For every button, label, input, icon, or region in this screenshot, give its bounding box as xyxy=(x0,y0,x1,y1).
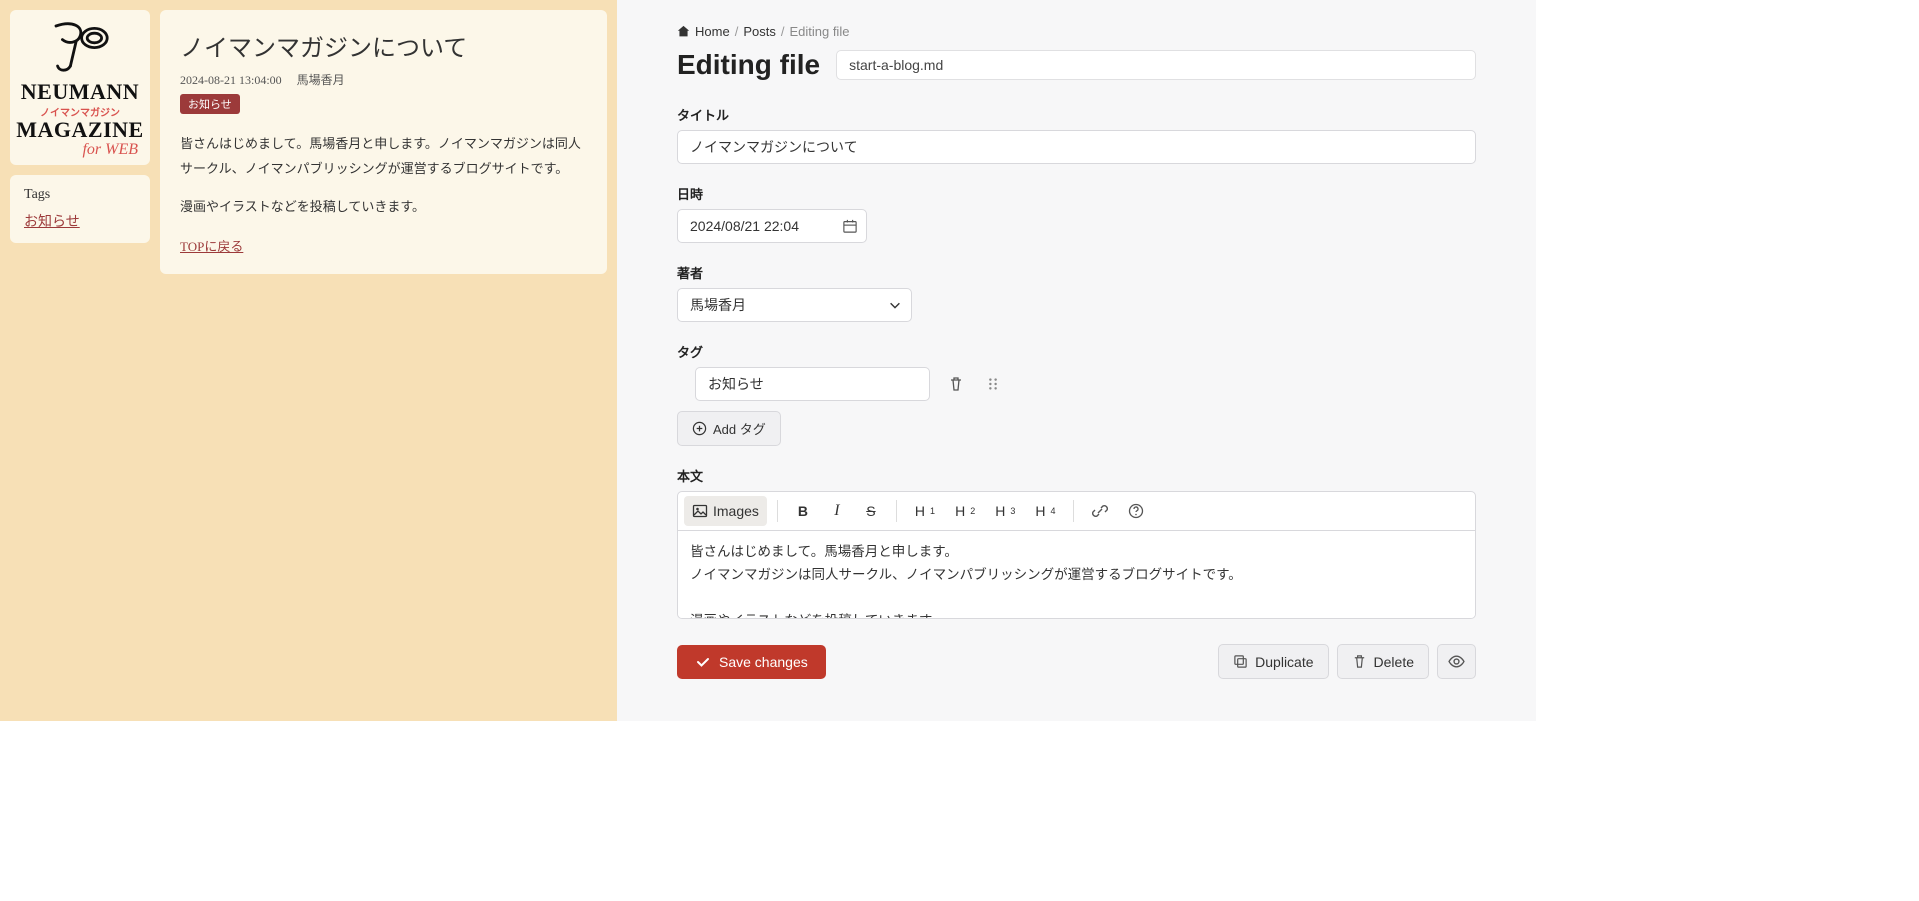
toolbar-h3-button[interactable]: H3 xyxy=(987,496,1023,526)
article-meta: 2024-08-21 13:04:00 馬場香月 xyxy=(180,71,587,88)
toolbar-images-button[interactable]: Images xyxy=(684,496,767,526)
logo: NEUMANN ノイマンマガジン MAGAZINE for WEB xyxy=(10,10,150,165)
breadcrumb-sep: / xyxy=(735,24,739,39)
bold-icon: B xyxy=(798,503,808,519)
article-tag-badge: お知らせ xyxy=(180,94,240,114)
body-label: 本文 xyxy=(677,466,1476,485)
article-body-p1: 皆さんはじめまして。馬場香月と申します。ノイマンマガジンは同人サークル、ノイマン… xyxy=(180,132,587,181)
plus-circle-icon xyxy=(692,421,707,436)
toolbar-sep xyxy=(1073,500,1074,522)
page-title: Editing file xyxy=(677,49,820,81)
duplicate-label: Duplicate xyxy=(1255,654,1313,670)
drag-handle[interactable] xyxy=(982,373,1004,395)
toolbar-help-button[interactable] xyxy=(1120,496,1152,526)
cms-pane: Home / Posts / Editing file Editing file… xyxy=(617,0,1536,721)
breadcrumb-posts[interactable]: Posts xyxy=(743,24,776,39)
add-tag-label: Add タグ xyxy=(713,419,766,438)
article-date: 2024-08-21 13:04:00 xyxy=(180,73,282,87)
drag-dots-icon xyxy=(986,377,1000,391)
add-tag-button[interactable]: Add タグ xyxy=(677,411,781,446)
breadcrumb-sep: / xyxy=(781,24,785,39)
breadcrumb-current: Editing file xyxy=(789,24,849,39)
article-author: 馬場香月 xyxy=(297,73,345,87)
delete-label: Delete xyxy=(1374,654,1414,670)
logo-text-web: for WEB xyxy=(16,141,144,159)
field-date: 日時 xyxy=(677,184,1476,243)
preview-pane: NEUMANN ノイマンマガジン MAGAZINE for WEB Tags お… xyxy=(0,0,617,721)
back-to-top-link[interactable]: TOPに戻る xyxy=(180,239,243,254)
preview-toggle-button[interactable] xyxy=(1437,644,1476,679)
tag-row xyxy=(677,367,1476,401)
article-body-p2: 漫画やイラストなどを投稿していきます。 xyxy=(180,195,587,220)
tags-label: タグ xyxy=(677,342,1476,361)
save-button[interactable]: Save changes xyxy=(677,645,826,679)
title-label: タイトル xyxy=(677,105,1476,124)
save-label: Save changes xyxy=(719,654,808,670)
italic-icon: I xyxy=(834,502,839,520)
toolbar-italic-button[interactable]: I xyxy=(822,496,852,526)
page-head: Editing file xyxy=(677,49,1476,81)
editor-toolbar: Images B I S H1 H2 H3 H4 xyxy=(677,491,1476,531)
field-tags: タグ Add タグ xyxy=(677,342,1476,446)
action-bar: Save changes Duplicate Delete xyxy=(677,644,1476,699)
tags-title: Tags xyxy=(24,187,136,203)
toolbar-sep xyxy=(777,500,778,522)
body-textarea[interactable] xyxy=(677,531,1476,619)
help-circle-icon xyxy=(1128,503,1144,519)
delete-button[interactable]: Delete xyxy=(1337,644,1429,679)
calendar-icon xyxy=(843,219,857,233)
field-author: 著者 馬場香月 xyxy=(677,263,1476,322)
trash-icon xyxy=(948,376,964,392)
filename-input[interactable] xyxy=(836,50,1476,80)
logo-text-1: NEUMANN xyxy=(16,82,144,103)
trash-icon xyxy=(1352,654,1367,669)
article-title: ノイマンマガジンについて xyxy=(180,28,587,63)
toolbar-h4-button[interactable]: H4 xyxy=(1027,496,1063,526)
author-select[interactable]: 馬場香月 xyxy=(677,288,912,322)
breadcrumb: Home / Posts / Editing file xyxy=(677,24,1476,39)
toolbar-h2-button[interactable]: H2 xyxy=(947,496,983,526)
toolbar-sep xyxy=(896,500,897,522)
check-icon xyxy=(695,654,711,670)
home-icon xyxy=(677,25,690,38)
toolbar-link-button[interactable] xyxy=(1084,496,1116,526)
tag-input[interactable] xyxy=(695,367,930,401)
logo-text-2: MAGAZINE xyxy=(16,120,144,141)
image-icon xyxy=(692,503,708,519)
link-icon xyxy=(1092,503,1108,519)
field-title: タイトル xyxy=(677,105,1476,164)
delete-tag-button[interactable] xyxy=(944,372,968,396)
date-input[interactable] xyxy=(677,209,867,243)
toolbar-h1-button[interactable]: H1 xyxy=(907,496,943,526)
tag-link-oshirase[interactable]: お知らせ xyxy=(24,215,80,230)
author-label: 著者 xyxy=(677,263,1476,282)
title-input[interactable] xyxy=(677,130,1476,164)
preview-sidebar: NEUMANN ノイマンマガジン MAGAZINE for WEB Tags お… xyxy=(10,10,150,243)
toolbar-bold-button[interactable]: B xyxy=(788,496,818,526)
strike-icon: S xyxy=(866,503,875,519)
field-body: 本文 Images B I S H1 H2 H3 H4 xyxy=(677,466,1476,624)
article: ノイマンマガジンについて 2024-08-21 13:04:00 馬場香月 お知… xyxy=(160,10,607,274)
breadcrumb-home[interactable]: Home xyxy=(695,24,730,39)
eye-icon xyxy=(1448,653,1465,670)
logo-doodle-icon xyxy=(40,20,120,80)
date-label: 日時 xyxy=(677,184,1476,203)
tags-box: Tags お知らせ xyxy=(10,175,150,243)
article-body: 皆さんはじめまして。馬場香月と申します。ノイマンマガジンは同人サークル、ノイマン… xyxy=(180,132,587,220)
copy-icon xyxy=(1233,654,1248,669)
toolbar-images-label: Images xyxy=(713,503,759,519)
duplicate-button[interactable]: Duplicate xyxy=(1218,644,1328,679)
toolbar-strike-button[interactable]: S xyxy=(856,496,886,526)
